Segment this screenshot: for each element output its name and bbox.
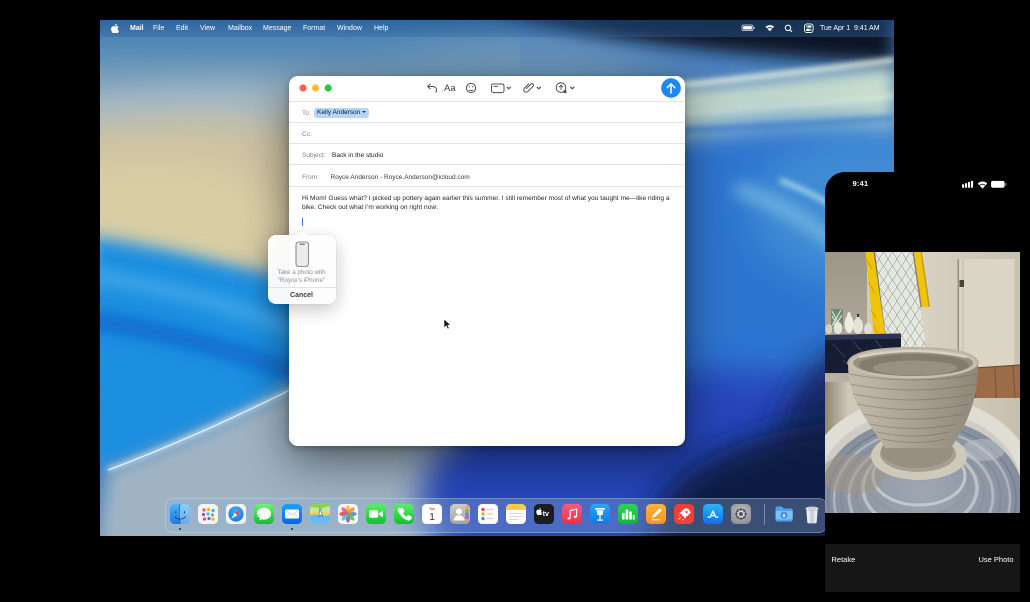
svg-text:tv: tv: [543, 509, 549, 518]
svg-text:Aa: Aa: [444, 83, 456, 94]
svg-text:1: 1: [429, 511, 435, 523]
